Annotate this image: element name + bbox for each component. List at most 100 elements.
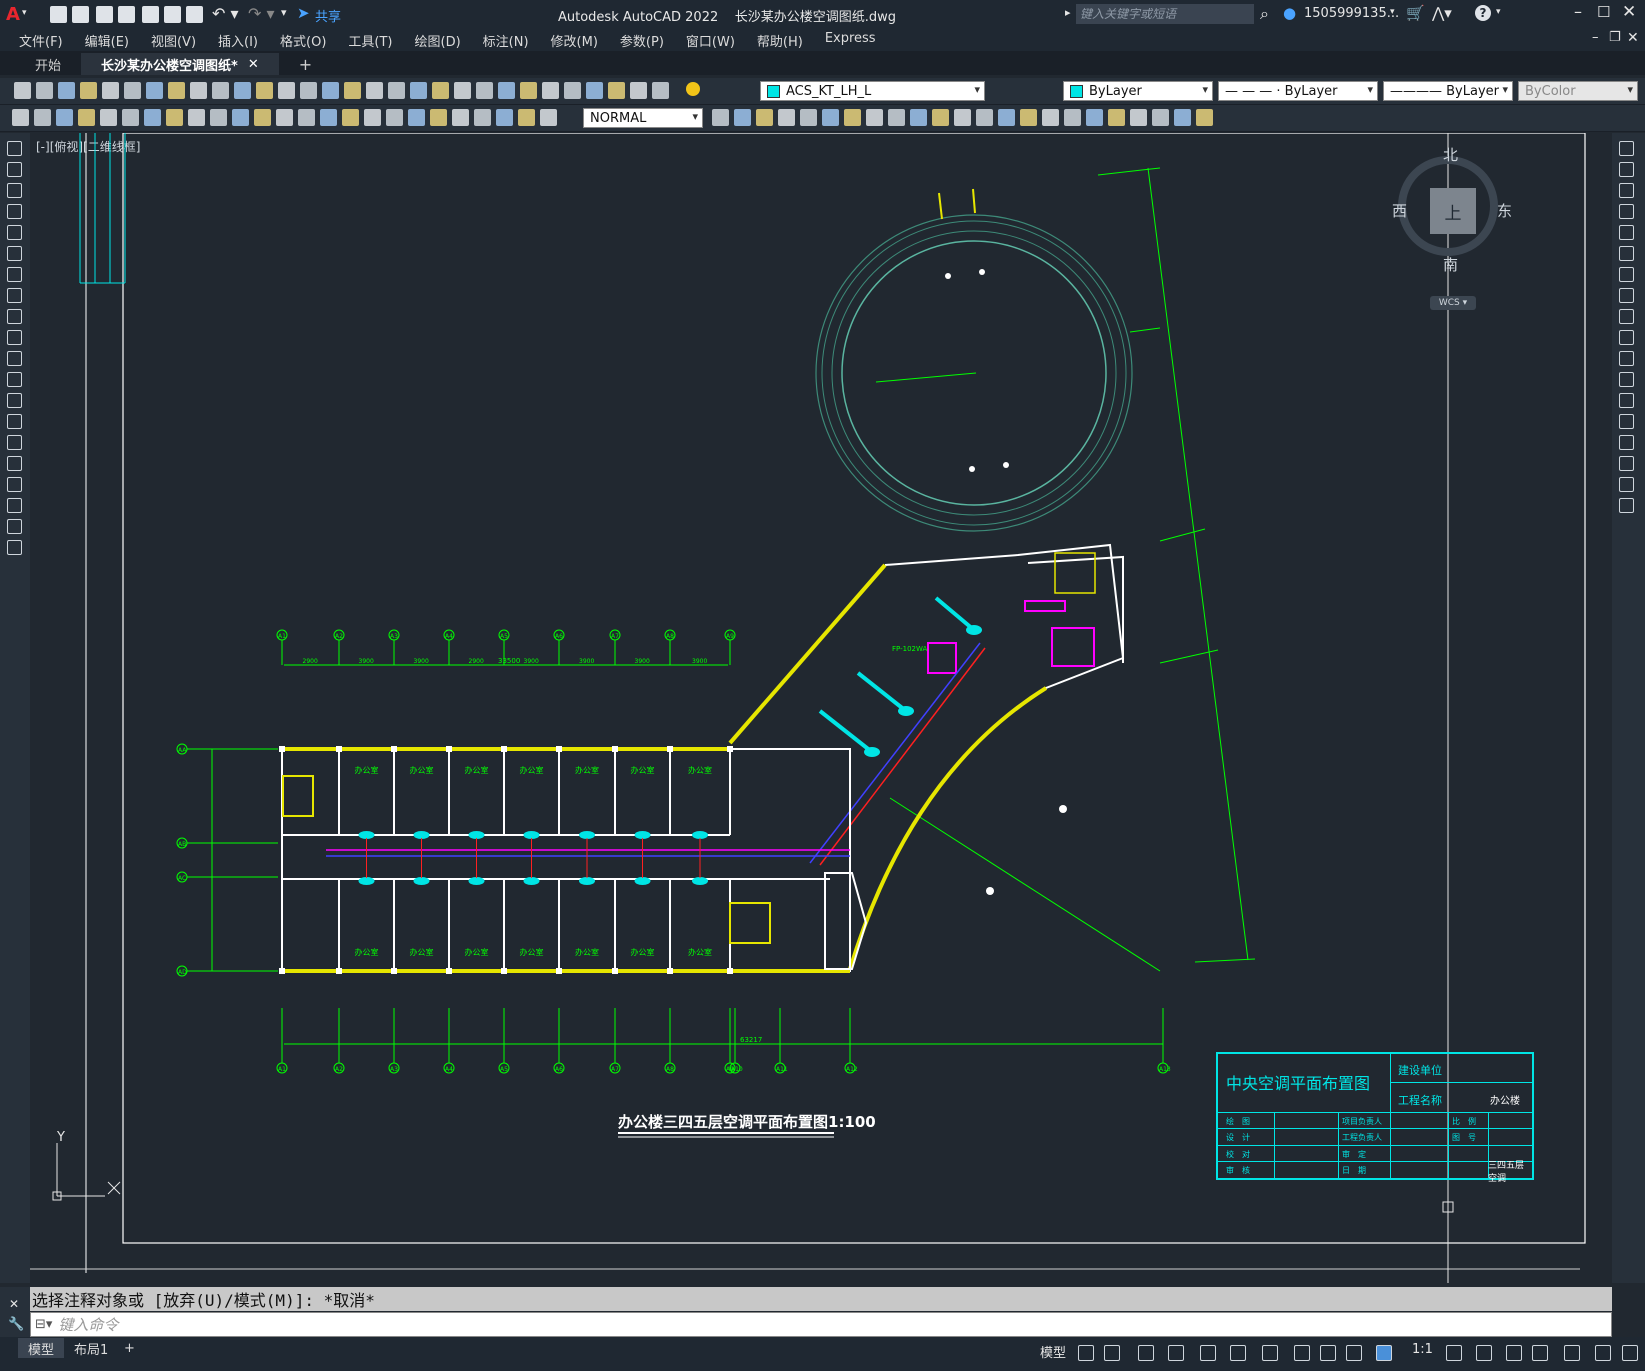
draw-modify-tool-34-icon[interactable] xyxy=(910,109,927,126)
new-tab-button[interactable]: + xyxy=(279,53,332,75)
menu-item-7[interactable]: 标注(N) xyxy=(472,31,540,50)
draw-modify-tool-0-icon[interactable] xyxy=(12,109,29,126)
status-toggle-11-icon[interactable] xyxy=(1446,1345,1462,1361)
modify-palette-tool-2-icon[interactable] xyxy=(1619,183,1634,198)
standard-tool-13-icon[interactable] xyxy=(300,82,317,99)
status-toggle-14-icon[interactable] xyxy=(1532,1345,1548,1361)
draw-modify-tool-31-icon[interactable] xyxy=(844,109,861,126)
draw-modify-tool-29-icon[interactable] xyxy=(800,109,817,126)
viewcube-face[interactable]: 上 xyxy=(1430,188,1476,234)
modify-palette-tool-3-icon[interactable] xyxy=(1619,204,1634,219)
modify-palette-tool-13-icon[interactable] xyxy=(1619,414,1634,429)
app-menu-chevron-icon[interactable]: ▾ xyxy=(22,8,27,18)
autocad-logo-icon[interactable]: A xyxy=(6,4,20,25)
draw-modify-tool-37-icon[interactable] xyxy=(976,109,993,126)
draw-modify-tool-38-icon[interactable] xyxy=(998,109,1015,126)
menu-item-5[interactable]: 工具(T) xyxy=(337,31,403,50)
linetype-dropdown[interactable]: — — — · ByLayer ▾ xyxy=(1218,81,1378,101)
draw-modify-tool-5-icon[interactable] xyxy=(122,109,139,126)
status-toggle-9-icon[interactable] xyxy=(1346,1345,1362,1361)
menu-item-10[interactable]: 窗口(W) xyxy=(675,31,746,50)
standard-tool-27-icon[interactable] xyxy=(608,82,625,99)
draw-palette-tool-3-icon[interactable] xyxy=(7,204,22,219)
modify-palette-tool-14-icon[interactable] xyxy=(1619,435,1634,450)
redo-icon[interactable]: ↷ ▾ xyxy=(248,4,275,23)
help-chevron-icon[interactable]: ▾ xyxy=(1496,7,1501,17)
draw-palette-tool-16-icon[interactable] xyxy=(7,477,22,492)
draw-palette-tool-6-icon[interactable] xyxy=(7,267,22,282)
standard-tool-10-icon[interactable] xyxy=(234,82,251,99)
modify-palette-tool-1-icon[interactable] xyxy=(1619,162,1634,177)
tab-close-icon[interactable]: ✕ xyxy=(248,57,259,72)
draw-palette-tool-19-icon[interactable] xyxy=(7,540,22,555)
standard-tool-28-icon[interactable] xyxy=(630,82,647,99)
draw-modify-tool-10-icon[interactable] xyxy=(232,109,249,126)
plot-icon[interactable] xyxy=(186,6,203,23)
draw-palette-tool-1-icon[interactable] xyxy=(7,162,22,177)
status-toggle-2-icon[interactable] xyxy=(1138,1345,1154,1361)
status-toggle-6-icon[interactable] xyxy=(1262,1345,1278,1361)
standard-tool-2-icon[interactable] xyxy=(58,82,75,99)
standard-tool-24-icon[interactable] xyxy=(542,82,559,99)
save-as-icon[interactable] xyxy=(118,6,135,23)
standard-tool-9-icon[interactable] xyxy=(212,82,229,99)
search-icon[interactable]: ⌕ xyxy=(1260,4,1269,24)
draw-palette-tool-7-icon[interactable] xyxy=(7,288,22,303)
menu-item-6[interactable]: 绘图(D) xyxy=(404,31,472,50)
draw-modify-tool-25-icon[interactable] xyxy=(712,109,729,126)
modify-palette-tool-5-icon[interactable] xyxy=(1619,246,1634,261)
layer-bulb-icon[interactable] xyxy=(686,82,700,96)
dimstyle-dropdown[interactable]: NORMAL ▾ xyxy=(583,108,703,128)
drawing-canvas[interactable]: [-][俯视][二维线框] FP-102WA 办公室 办公室 办公室 办公室 办… xyxy=(30,133,1612,1283)
modify-palette-tool-17-icon[interactable] xyxy=(1619,498,1634,513)
help-icon[interactable]: ? xyxy=(1475,5,1491,21)
share-icon[interactable]: ➤ xyxy=(297,4,310,22)
draw-modify-tool-9-icon[interactable] xyxy=(210,109,227,126)
autodesk-a360-icon[interactable]: ⋀▾ xyxy=(1432,4,1452,22)
draw-modify-tool-8-icon[interactable] xyxy=(188,109,205,126)
model-space-button[interactable]: 模型 xyxy=(1040,1342,1066,1361)
command-close-icon[interactable]: ✕ xyxy=(9,1297,19,1311)
layout-tab-model[interactable]: 模型 xyxy=(18,1338,65,1358)
draw-modify-tool-12-icon[interactable] xyxy=(276,109,293,126)
modify-palette-tool-6-icon[interactable] xyxy=(1619,267,1634,282)
plotstyle-dropdown[interactable]: ByColor ▾ xyxy=(1518,81,1638,101)
modify-palette-tool-7-icon[interactable] xyxy=(1619,288,1634,303)
user-chevron-icon[interactable]: ▾ xyxy=(1390,7,1395,17)
draw-modify-tool-42-icon[interactable] xyxy=(1086,109,1103,126)
modify-palette-tool-16-icon[interactable] xyxy=(1619,477,1634,492)
doc-restore-icon[interactable]: ❐ xyxy=(1609,30,1621,45)
search-input[interactable]: 键入关键字或短语 xyxy=(1076,4,1254,24)
draw-modify-tool-15-icon[interactable] xyxy=(342,109,359,126)
annotation-scale[interactable]: 1:1 xyxy=(1412,1342,1433,1357)
open-file-icon[interactable] xyxy=(72,6,89,23)
draw-modify-tool-33-icon[interactable] xyxy=(888,109,905,126)
status-toggle-16-icon[interactable] xyxy=(1595,1345,1611,1361)
status-toggle-0-icon[interactable] xyxy=(1078,1345,1094,1361)
draw-modify-tool-4-icon[interactable] xyxy=(100,109,117,126)
tab-start[interactable]: 开始 xyxy=(15,53,81,75)
draw-modify-tool-35-icon[interactable] xyxy=(932,109,949,126)
standard-tool-25-icon[interactable] xyxy=(564,82,581,99)
draw-modify-tool-40-icon[interactable] xyxy=(1042,109,1059,126)
cart-icon[interactable]: 🛒 xyxy=(1406,4,1425,22)
save-icon[interactable] xyxy=(96,6,113,23)
draw-palette-tool-5-icon[interactable] xyxy=(7,246,22,261)
draw-modify-tool-39-icon[interactable] xyxy=(1020,109,1037,126)
status-toggle-13-icon[interactable] xyxy=(1506,1345,1522,1361)
draw-modify-tool-19-icon[interactable] xyxy=(430,109,447,126)
menu-item-12[interactable]: Express xyxy=(814,31,887,50)
undo-icon[interactable]: ↶ ▾ xyxy=(212,4,239,23)
draw-palette-tool-14-icon[interactable] xyxy=(7,435,22,450)
draw-modify-tool-45-icon[interactable] xyxy=(1152,109,1169,126)
draw-modify-tool-22-icon[interactable] xyxy=(496,109,513,126)
color-dropdown[interactable]: ByLayer ▾ xyxy=(1063,81,1213,101)
draw-palette-tool-12-icon[interactable] xyxy=(7,393,22,408)
user-name[interactable]: 1505999135... xyxy=(1304,6,1399,21)
standard-tool-17-icon[interactable] xyxy=(388,82,405,99)
modify-palette-tool-11-icon[interactable] xyxy=(1619,372,1634,387)
draw-palette-tool-0-icon[interactable] xyxy=(7,141,22,156)
modify-palette-tool-12-icon[interactable] xyxy=(1619,393,1634,408)
standard-tool-14-icon[interactable] xyxy=(322,82,339,99)
modify-palette-tool-10-icon[interactable] xyxy=(1619,351,1634,366)
